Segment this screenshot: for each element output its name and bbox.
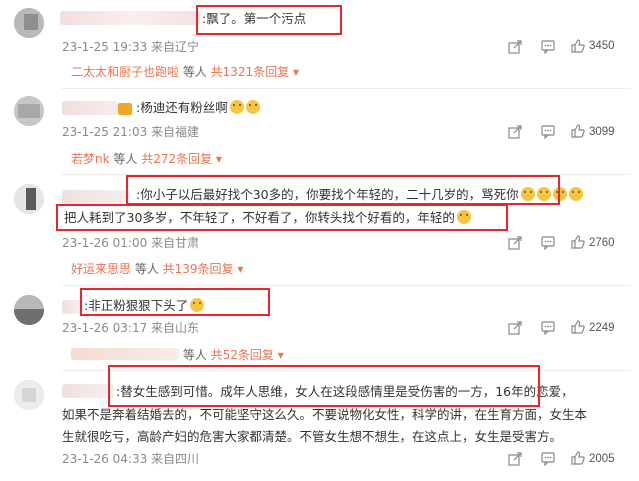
like-icon[interactable] xyxy=(571,124,585,138)
reply-users[interactable]: 二太太和厨子也跑啦 xyxy=(71,65,179,79)
avatar[interactable] xyxy=(14,96,44,126)
highlight-box xyxy=(126,175,560,205)
chevron-down-icon[interactable]: ▾ xyxy=(234,262,243,276)
share-icon[interactable] xyxy=(508,40,522,54)
chevron-down-icon[interactable]: ▾ xyxy=(274,348,284,362)
share-icon[interactable] xyxy=(508,125,522,139)
highlight-box xyxy=(80,288,270,316)
reply-count[interactable]: 共272条回复 xyxy=(141,152,212,166)
comment-meta: 23-1-26 03:17 来自山东 xyxy=(62,321,200,335)
username-blurred[interactable] xyxy=(62,101,118,115)
comment-text-line3: 生就很吃亏，高龄产妇的危害大家都清楚。不管女生想不想生，在这点上，女生是受害方。 xyxy=(62,429,563,444)
like-icon[interactable] xyxy=(571,39,585,53)
comment-text-line2: 如果不是奔着结婚去的，不可能坚守这么久。不要说物化女性，科学的讲，在生育方面，女… xyxy=(62,407,588,422)
avatar[interactable] xyxy=(14,295,44,325)
like-count: 2760 xyxy=(589,237,615,249)
highlight-box xyxy=(108,365,540,407)
sweat-emoji-icon xyxy=(568,187,583,201)
reply-thread-link[interactable]: 好运来思思 等人 共139条回复 ▾ xyxy=(71,261,243,277)
reply-count[interactable]: 共52条回复 xyxy=(211,348,274,362)
like-count: 3450 xyxy=(589,40,615,52)
comment-meta: 23-1-26 04:33 来自四川 xyxy=(62,452,200,466)
share-icon[interactable] xyxy=(508,236,522,250)
comment-meta: 23-1-25 19:33 来自辽宁 xyxy=(62,40,200,54)
comment-icon[interactable] xyxy=(541,40,555,55)
share-icon[interactable] xyxy=(508,452,522,466)
comment-icon[interactable] xyxy=(541,125,555,140)
reply-thread-link[interactable]: 二太太和厨子也跑啦 等人 共1321条回复 ▾ xyxy=(71,64,299,80)
crying-emoji-icon xyxy=(229,100,244,114)
reply-mid: 等人 xyxy=(109,152,142,166)
divider xyxy=(62,88,631,89)
username-blurred[interactable] xyxy=(62,384,114,398)
crying-emoji-icon xyxy=(245,100,260,114)
comment-meta: 23-1-25 21:03 来自福建 xyxy=(62,125,200,139)
like-count: 2005 xyxy=(589,453,615,465)
comment-meta: 23-1-26 01:00 来自甘肃 xyxy=(62,236,200,250)
like-count: 2249 xyxy=(589,322,615,334)
divider xyxy=(62,285,631,286)
reply-mid: 等人 xyxy=(179,348,211,362)
comment-icon[interactable] xyxy=(541,321,555,336)
reply-users[interactable]: 若梦nk xyxy=(71,152,110,166)
like-icon[interactable] xyxy=(571,320,585,334)
reply-users-blurred[interactable] xyxy=(71,348,179,360)
avatar[interactable] xyxy=(14,184,44,214)
comment-text: :杨迪还有粉丝啊 xyxy=(136,99,260,117)
username-blurred[interactable] xyxy=(62,190,130,204)
vip-badge-icon xyxy=(118,103,132,115)
reply-count[interactable]: 共1321条回复 xyxy=(211,65,290,79)
like-count: 3099 xyxy=(589,126,615,138)
chevron-down-icon[interactable]: ▾ xyxy=(289,65,299,79)
reply-count[interactable]: 共139条回复 xyxy=(163,262,234,276)
highlight-box xyxy=(196,5,342,35)
share-icon[interactable] xyxy=(508,321,522,335)
comment-text-content: :杨迪还有粉丝啊 xyxy=(136,100,228,115)
comment-icon[interactable] xyxy=(541,236,555,251)
comment-icon[interactable] xyxy=(541,452,555,467)
chevron-down-icon[interactable]: ▾ xyxy=(212,152,222,166)
avatar[interactable] xyxy=(14,380,44,410)
avatar[interactable] xyxy=(14,8,44,38)
reply-mid: 等人 xyxy=(179,65,211,79)
reply-thread-link[interactable]: 若梦nk 等人 共272条回复 ▾ xyxy=(71,151,222,167)
like-icon[interactable] xyxy=(571,451,585,465)
like-icon[interactable] xyxy=(571,235,585,249)
reply-users[interactable]: 好运来思思 xyxy=(71,262,131,276)
username-blurred[interactable] xyxy=(60,11,200,25)
username-blurred[interactable] xyxy=(62,300,82,314)
reply-mid: 等人 xyxy=(131,262,163,276)
reply-thread-link[interactable]: 等人 共52条回复 ▾ xyxy=(71,347,284,363)
highlight-box xyxy=(56,204,508,231)
